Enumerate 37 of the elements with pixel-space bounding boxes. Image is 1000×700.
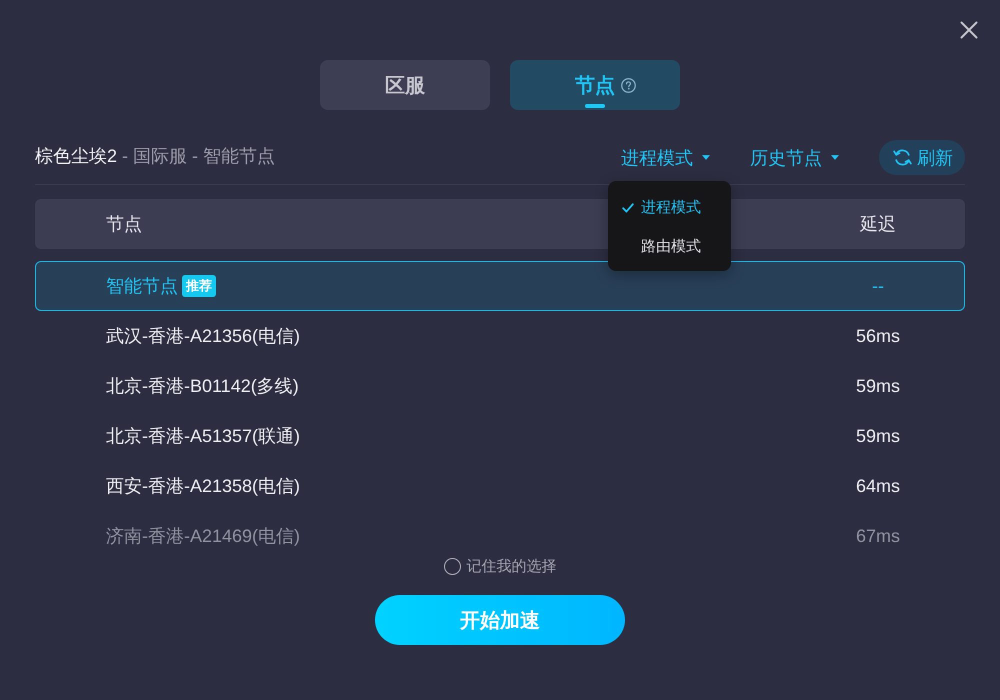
remember-choice-label[interactable]: 记住我的选择: [466, 556, 556, 576]
node-name: 西安-香港-A21358(电信): [106, 475, 300, 497]
column-header: 节点: [106, 213, 142, 236]
check-icon: [622, 202, 634, 212]
latency-value: 59ms: [854, 425, 901, 447]
latency-value: --: [871, 275, 885, 297]
latency-value: 56ms: [854, 325, 901, 347]
tab[interactable]: 节点: [510, 60, 680, 110]
node-name: 北京-香港-A51357(联通): [106, 425, 300, 447]
game-title: 棕色尘埃2: [35, 146, 118, 166]
node-row[interactable]: 济南-香港-A21469(电信) 67ms: [35, 511, 965, 548]
breadcrumb-path: - 国际服 - 智能节点: [122, 146, 276, 166]
caret-icon: [702, 155, 710, 160]
refresh-icon: [893, 148, 912, 167]
latency-value: 59ms: [854, 375, 901, 397]
node-name: 武汉-香港-A21356(电信): [106, 325, 300, 347]
dropdown-button[interactable]: 历史节点: [750, 140, 839, 175]
node-row[interactable]: 北京-香港-B01142(多线) 59ms: [35, 361, 965, 411]
node-row[interactable]: 武汉-香港-A21356(电信) 56ms: [35, 311, 965, 361]
dropdown-button[interactable]: 进程模式: [621, 140, 710, 175]
node-row[interactable]: 智能节点 推荐 --: [35, 261, 965, 311]
tab[interactable]: 区服: [320, 60, 490, 110]
selected-tab-underline: [585, 104, 605, 108]
column-header: 延迟: [858, 213, 897, 235]
close-icon: [960, 21, 978, 39]
latency-value: 64ms: [854, 475, 901, 497]
node-name: 北京-香港-B01142(多线): [106, 375, 299, 397]
caret-icon: [831, 155, 839, 160]
recommend-tag: 推荐: [182, 275, 216, 297]
latency-value: 67ms: [854, 525, 901, 547]
refresh-button[interactable]: 刷新: [879, 140, 965, 175]
node-row[interactable]: 北京-香港-A51357(联通) 59ms: [35, 411, 965, 461]
remember-radio[interactable]: [444, 558, 460, 574]
node-name: 智能节点: [106, 275, 178, 297]
node-row[interactable]: 西安-香港-A21358(电信) 64ms: [35, 461, 965, 511]
menu-option[interactable]: 进程模式: [608, 188, 731, 227]
node-name: 济南-香港-A21469(电信): [106, 525, 300, 547]
